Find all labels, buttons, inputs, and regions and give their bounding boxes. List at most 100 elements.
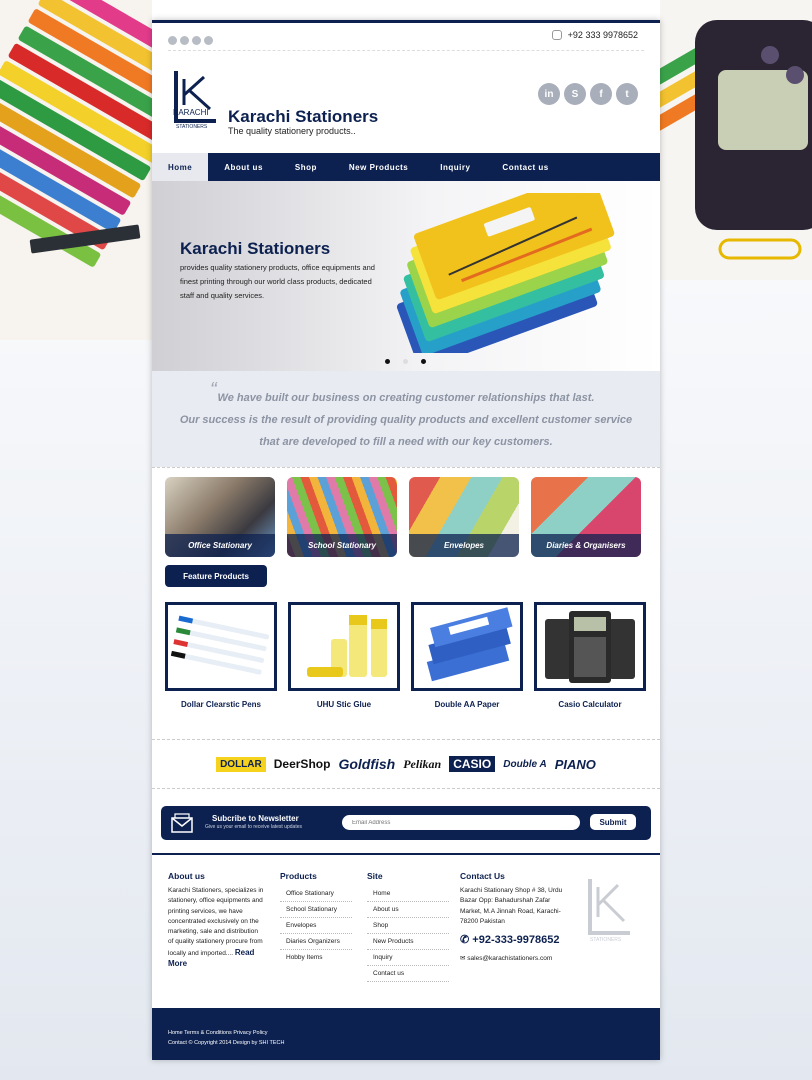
footer-about-body: Karachi Stationers, specializes in stati… — [168, 887, 264, 957]
logo[interactable]: KARACHI STATIONERS — [170, 65, 222, 131]
footer-products: Products Office Stationary School Statio… — [280, 871, 352, 965]
nav-home[interactable]: Home — [152, 153, 209, 181]
twitter-icon[interactable]: t — [616, 83, 638, 105]
footer-email: ✉ sales@karachistationers.com — [460, 954, 572, 962]
product-card[interactable]: UHU Stic Glue — [288, 602, 400, 735]
skype-icon[interactable]: S — [564, 83, 586, 105]
envelope-icon — [171, 812, 193, 834]
category-diaries-organisers[interactable]: Diaries & Organisers — [531, 477, 641, 557]
hero-text: provides quality stationery products, of… — [180, 263, 375, 300]
footer-contact: Contact Us Karachi Stationary Shop # 38,… — [460, 871, 572, 962]
brand-double-a-logo[interactable]: Double A — [503, 759, 547, 770]
footer-email-address[interactable]: sales@karachistationers.com — [467, 955, 552, 962]
footer-site-link[interactable]: New Products — [367, 934, 449, 950]
nav-shop[interactable]: Shop — [279, 153, 333, 181]
mail-icon: ✉ — [460, 955, 466, 963]
slider-dot-1[interactable] — [385, 359, 390, 364]
email-input[interactable] — [342, 815, 580, 830]
phone-icon — [551, 30, 562, 40]
brand-casio-logo[interactable]: CASIO — [449, 756, 496, 772]
linkedin-icon[interactable] — [204, 36, 213, 45]
site-header: KARACHI STATIONERS Karachi Stationers Th… — [152, 51, 660, 153]
slider-dot-3[interactable] — [421, 359, 426, 364]
footer-site: Site Home About us Shop New Products Inq… — [367, 871, 449, 982]
footer-about-text: Karachi Stationers, specializes in stati… — [168, 886, 264, 970]
submit-button[interactable]: Submit — [590, 814, 636, 830]
quote-line-1: We have built our business on creating c… — [217, 392, 595, 404]
footer-product-link[interactable]: Envelopes — [280, 918, 352, 934]
category-label: Envelopes — [409, 534, 519, 557]
twitter-icon[interactable] — [168, 36, 177, 45]
category-label: School Stationary — [287, 534, 397, 557]
hero-slider: Karachi Stationers provides quality stat… — [152, 181, 660, 371]
brand-deershop-logo[interactable]: DeerShop — [274, 757, 331, 771]
page-container: +92 333 9978652 KARACHI STATIONERS Karac… — [152, 20, 660, 1060]
bottom-links[interactable]: Home Terms & Conditions Privacy Policy — [168, 1028, 660, 1038]
footer-products-heading: Products — [280, 871, 317, 881]
brand-tagline: The quality stationery products.. — [228, 126, 356, 136]
svg-text:KARACHI: KARACHI — [173, 108, 209, 117]
category-envelopes[interactable]: Envelopes — [409, 477, 519, 557]
category-row: Office Stationary School Stationary Enve… — [152, 467, 660, 565]
newsletter-title: Subcribe to Newsletter — [212, 814, 299, 823]
product-name: Casio Calculator — [558, 700, 622, 709]
footer-product-link[interactable]: Hobby Items — [280, 950, 352, 965]
copyright-text: Contact © Copyright 2014 Design by SHI T… — [168, 1040, 285, 1046]
product-card[interactable]: Casio Calculator — [534, 602, 646, 735]
phone-icon: ✆ — [460, 934, 470, 947]
bottom-bar: Home Terms & Conditions Privacy Policy C… — [152, 1008, 660, 1060]
footer-site-link[interactable]: Shop — [367, 918, 449, 934]
footer-product-link[interactable]: Diaries Organizers — [280, 934, 352, 950]
category-label: Office Stationary — [165, 534, 275, 557]
calculator-background-image — [660, 0, 812, 280]
top-bar: +92 333 9978652 — [168, 23, 644, 51]
category-office-stationary[interactable]: Office Stationary — [165, 477, 275, 557]
facebook-icon[interactable]: f — [590, 83, 612, 105]
footer-site-link[interactable]: About us — [367, 902, 449, 918]
linkedin-icon[interactable]: in — [538, 83, 560, 105]
nav-inquiry[interactable]: Inquiry — [424, 153, 486, 181]
footer-product-link[interactable]: Office Stationary — [280, 886, 352, 902]
slider-dot-2[interactable] — [403, 359, 408, 364]
brand-pelikan-logo[interactable]: Pelikan — [403, 757, 441, 772]
main-nav: Home About us Shop New Products Inquiry … — [152, 153, 660, 181]
footer-site-link[interactable]: Contact us — [367, 966, 449, 982]
product-card[interactable]: Dollar Clearstic Pens — [165, 602, 277, 735]
brand-name: Karachi Stationers — [228, 107, 379, 126]
svg-text:STATIONERS: STATIONERS — [590, 937, 622, 943]
brand-dollar-logo[interactable]: DOLLAR — [216, 756, 266, 772]
footer-address: Karachi Stationary Shop # 38, Urdu Bazar… — [460, 887, 563, 925]
hero-title: Karachi Stationers — [180, 239, 331, 258]
brand-piano-logo[interactable]: PIANO — [555, 757, 596, 772]
category-school-stationary[interactable]: School Stationary — [287, 477, 397, 557]
footer-about: About us Karachi Stationers, specializes… — [168, 871, 264, 970]
footer-contact-heading: Contact Us — [460, 871, 505, 881]
top-phone: +92 333 9978652 — [551, 30, 638, 40]
nav-about-us[interactable]: About us — [208, 153, 279, 181]
brands-strip: DOLLAR DeerShop Goldfish Pelikan CASIO D… — [152, 739, 660, 789]
social-icons-large: in S f t — [538, 83, 638, 105]
category-label: Diaries & Organisers — [531, 534, 641, 557]
nav-contact-us[interactable]: Contact us — [486, 153, 564, 181]
nav-new-products[interactable]: New Products — [333, 153, 424, 181]
newsletter-subtitle: Give us your email to receive latest upd… — [205, 824, 302, 830]
skype-icon[interactable] — [192, 36, 201, 45]
product-name: UHU Stic Glue — [316, 700, 372, 709]
brand-goldfish-logo[interactable]: Goldfish — [338, 756, 395, 772]
slider-dots — [385, 359, 426, 364]
quote-mark-icon: “ — [210, 379, 217, 401]
social-icons-small — [168, 36, 213, 45]
pens-image — [165, 602, 277, 691]
product-card[interactable]: Double AA Paper — [411, 602, 523, 735]
quote-line-3: that are developed to fill a need with o… — [259, 436, 553, 448]
feature-products-button[interactable]: Feature Products — [165, 565, 267, 587]
glue-image — [288, 602, 400, 691]
footer-phone: ✆ +92-333-9978652 — [460, 933, 572, 946]
footer-logo: STATIONERS — [584, 873, 636, 945]
facebook-icon[interactable] — [180, 36, 189, 45]
footer-site-link[interactable]: Home — [367, 886, 449, 902]
footer-product-link[interactable]: School Stationary — [280, 902, 352, 918]
footer-site-heading: Site — [367, 871, 383, 881]
quote-section: “ We have built our business on creating… — [152, 371, 660, 467]
footer-site-link[interactable]: Inquiry — [367, 950, 449, 966]
